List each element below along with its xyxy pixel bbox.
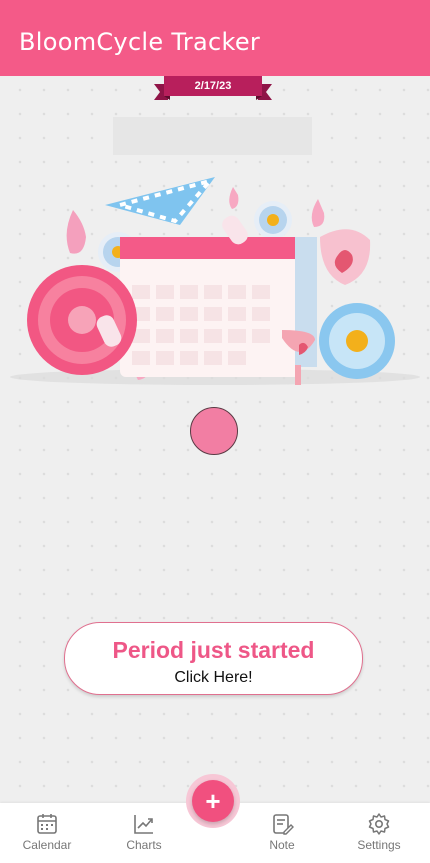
period-started-title: Period just started [112,637,315,663]
nav-item-charts[interactable]: Charts [99,803,189,863]
date-ribbon: 2/17/23 [154,76,272,102]
period-started-button[interactable]: Period just started Click Here! [64,622,363,695]
note-icon [273,814,294,835]
cycle-indicator-dot [190,407,238,455]
calendar-icon [37,814,57,834]
current-date: 2/17/23 [194,80,232,92]
period-started-subtitle: Click Here! [174,669,253,686]
nav-item-settings[interactable]: Settings [334,803,424,863]
app-bar: BloomCycle Tracker [0,0,430,76]
nav-item-note[interactable]: Note [237,803,327,863]
nav-label-settings: Settings [357,838,401,852]
chart-icon [134,815,153,834]
nav-label-note: Note [269,838,295,852]
nav-label-calendar: Calendar [22,838,72,852]
gear-icon [368,813,390,835]
add-button[interactable]: + [192,780,234,822]
nav-item-calendar[interactable]: Calendar [2,803,92,863]
placeholder-bar [113,117,312,155]
nav-label-charts: Charts [126,838,162,852]
calendar-flowers-illustration [10,177,420,385]
app-title: BloomCycle Tracker [19,28,261,56]
